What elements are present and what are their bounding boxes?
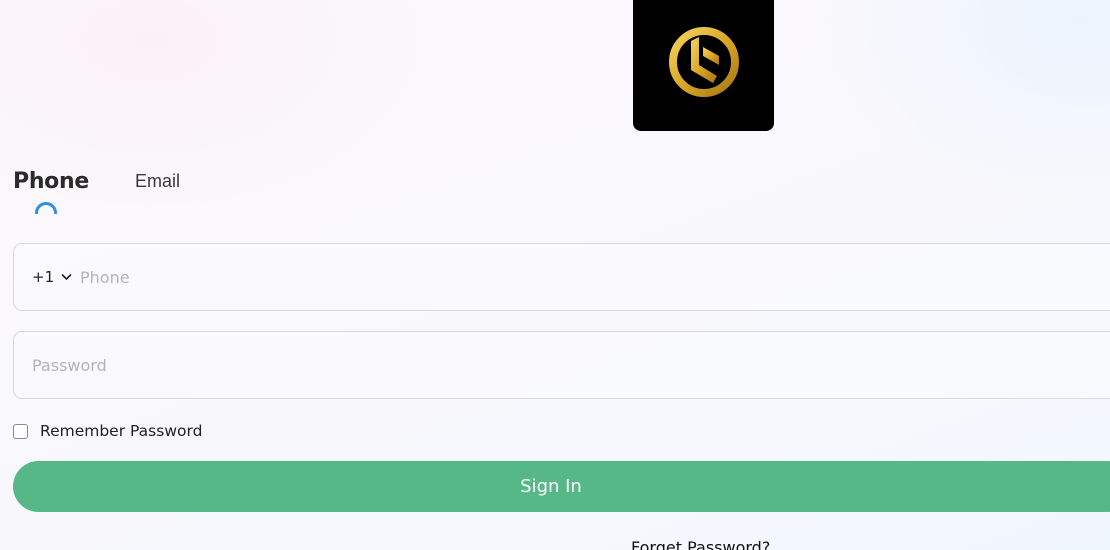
phone-field: +1 xyxy=(13,243,1110,311)
password-input[interactable] xyxy=(32,332,1082,398)
tab-phone-label: Phone xyxy=(13,168,89,194)
brand-logo-icon xyxy=(668,26,739,97)
remember-password-checkbox[interactable] xyxy=(13,423,28,439)
brand-logo xyxy=(633,0,774,131)
tab-email[interactable]: Email xyxy=(135,164,180,198)
country-code-select[interactable]: +1 xyxy=(32,244,72,310)
country-code-value: +1 xyxy=(32,268,55,286)
phone-input[interactable] xyxy=(80,244,1080,310)
login-method-tabs: Phone Email xyxy=(13,164,180,214)
remember-password[interactable]: Remember Password xyxy=(13,420,202,442)
tab-email-label: Email xyxy=(134,170,180,191)
tab-phone[interactable]: Phone xyxy=(13,164,89,214)
chevron-down-icon xyxy=(61,274,72,280)
active-tab-indicator xyxy=(35,202,57,214)
forget-password-link[interactable]: Forget Password? xyxy=(631,538,770,550)
sign-in-button[interactable]: Sign In xyxy=(13,461,1110,512)
password-field xyxy=(13,331,1110,399)
remember-password-label: Remember Password xyxy=(40,422,203,440)
